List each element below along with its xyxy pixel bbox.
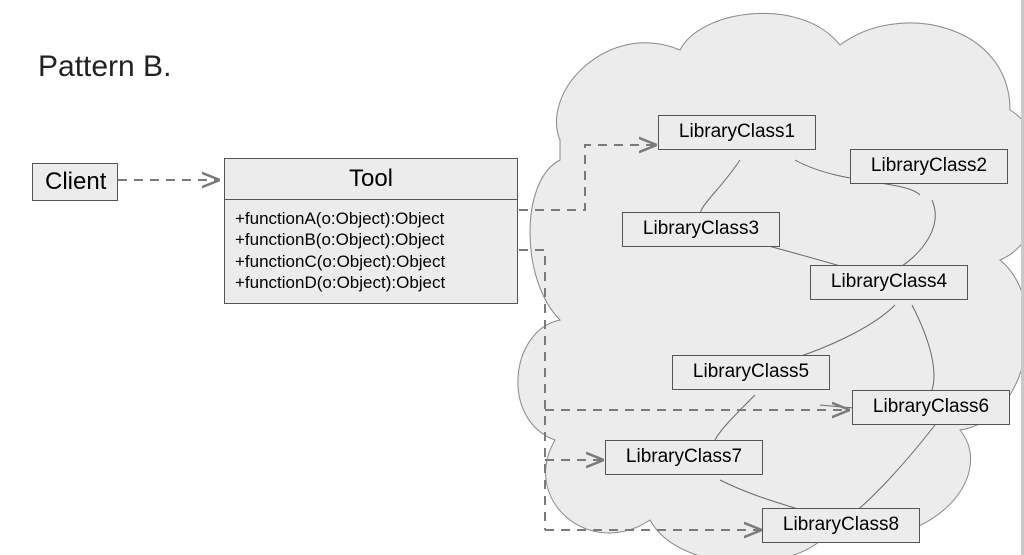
library-class-7: LibraryClass7: [605, 440, 763, 475]
client-class-box: Client: [32, 163, 118, 201]
tool-method: +functionB(o:Object):Object: [235, 229, 507, 250]
library-class-5: LibraryClass5: [672, 355, 830, 390]
dep-tool-to-lib1: [519, 145, 655, 210]
tool-method: +functionC(o:Object):Object: [235, 251, 507, 272]
dep-trunk: [519, 250, 545, 530]
tool-class-box: Tool +functionA(o:Object):Object +functi…: [224, 158, 518, 304]
library-class-6: LibraryClass6: [852, 390, 1010, 425]
library-class-1: LibraryClass1: [658, 115, 816, 150]
library-class-3: LibraryClass3: [622, 212, 780, 247]
tool-class-name: Tool: [225, 159, 517, 200]
tool-method-list: +functionA(o:Object):Object +functionB(o…: [225, 200, 517, 303]
diagram-title: Pattern B.: [38, 50, 171, 84]
tool-method: +functionD(o:Object):Object: [235, 272, 507, 293]
library-class-2: LibraryClass2: [850, 149, 1008, 184]
tool-method: +functionA(o:Object):Object: [235, 208, 507, 229]
library-class-8: LibraryClass8: [762, 508, 920, 543]
library-class-4: LibraryClass4: [810, 265, 968, 300]
